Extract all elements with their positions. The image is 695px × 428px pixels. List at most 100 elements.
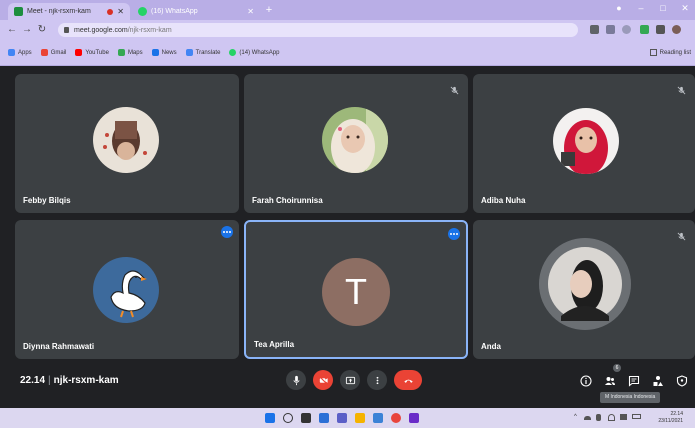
bookmark-gmail[interactable]: Gmail xyxy=(40,49,66,56)
maps-icon xyxy=(117,49,125,56)
tooltip: M Indonesia Indonesia xyxy=(600,392,661,403)
mic-off-icon xyxy=(450,82,459,95)
participant-name: Diynna Rahmawati xyxy=(23,342,95,351)
recording-dot-icon xyxy=(107,8,114,15)
speaking-indicator-icon xyxy=(448,228,460,240)
camera-off-button[interactable] xyxy=(313,370,333,390)
shield-lock-icon xyxy=(676,375,688,387)
teams-chat-icon[interactable] xyxy=(337,413,347,423)
bookmark-label: YouTube xyxy=(85,49,109,56)
participant-tile-tea[interactable]: T Tea Aprilla xyxy=(244,220,468,359)
avatar xyxy=(553,108,619,174)
call-end-icon xyxy=(403,379,413,383)
widgets-icon[interactable] xyxy=(319,413,329,423)
participant-name: Febby Bilqis xyxy=(23,196,71,205)
bookmark-whatsapp[interactable]: (14) WhatsApp xyxy=(229,49,279,56)
more-vert-icon xyxy=(376,376,378,384)
bookmark-label: Apps xyxy=(18,49,32,56)
forward-icon[interactable]: → xyxy=(21,24,33,36)
tray-chevron-icon[interactable]: ^ xyxy=(574,414,577,420)
task-view-icon[interactable] xyxy=(301,413,311,423)
volume-icon[interactable] xyxy=(620,414,627,420)
participant-name: Tea Aprilla xyxy=(254,340,295,349)
bookmark-maps[interactable]: Maps xyxy=(117,49,143,56)
tab-strip: Meet - njk-rsxm-kam ✕ (16) WhatsApp ✕ + … xyxy=(0,0,695,20)
cloud-icon[interactable] xyxy=(584,416,591,420)
reload-icon[interactable]: ↻ xyxy=(36,24,48,36)
wifi-icon[interactable] xyxy=(608,414,615,421)
star-icon[interactable] xyxy=(622,25,631,34)
participant-tile-febby[interactable]: Febby Bilqis xyxy=(15,74,239,213)
whatsapp-icon xyxy=(229,49,237,56)
bookmark-apps[interactable]: Apps xyxy=(8,49,32,56)
premiere-icon[interactable] xyxy=(409,413,419,423)
host-controls-button[interactable] xyxy=(676,374,688,387)
bookmark-news[interactable]: News xyxy=(151,49,177,56)
back-icon[interactable]: ← xyxy=(6,24,18,36)
avatar xyxy=(93,107,159,173)
close-tab-icon[interactable]: ✕ xyxy=(117,7,124,16)
tab-title: (16) WhatsApp xyxy=(151,8,198,15)
bookmark-label: Translate xyxy=(195,49,221,56)
participant-tile-adiba[interactable]: Adiba Nuha xyxy=(473,74,695,213)
close-window-button[interactable]: ✕ xyxy=(678,3,692,14)
mic-tray-icon[interactable] xyxy=(596,414,601,421)
battery-icon[interactable] xyxy=(632,414,641,419)
activities-shapes-icon xyxy=(653,376,663,386)
avatar xyxy=(93,257,159,323)
chrome-icon[interactable] xyxy=(391,413,401,423)
search-icon[interactable] xyxy=(283,413,293,423)
chat-button[interactable] xyxy=(628,374,640,387)
bookmark-translate[interactable]: Translate xyxy=(185,49,221,56)
profile-avatar[interactable] xyxy=(672,25,681,34)
windows-start-icon[interactable] xyxy=(265,413,275,423)
profile-dot-icon[interactable]: ● xyxy=(612,3,626,13)
leave-call-button[interactable] xyxy=(394,370,422,390)
mic-button[interactable] xyxy=(286,370,306,390)
file-explorer-icon[interactable] xyxy=(355,413,365,423)
participant-name: Adiba Nuha xyxy=(481,196,526,205)
camera-in-use-icon[interactable] xyxy=(590,25,599,34)
address-bar[interactable]: meet.google.com /njk-rsxm-kam xyxy=(58,23,578,37)
translate-icon xyxy=(185,49,193,56)
store-icon[interactable] xyxy=(373,413,383,423)
reading-list-button[interactable]: Reading list xyxy=(649,49,691,56)
avatar: T xyxy=(322,258,390,326)
apps-grid-icon xyxy=(8,49,15,56)
minimize-button[interactable]: – xyxy=(634,3,648,13)
present-screen-icon xyxy=(345,376,355,384)
meeting-info: 22.14 | njk-rsxm-kam xyxy=(20,375,119,386)
tab-whatsapp[interactable]: (16) WhatsApp ✕ xyxy=(132,3,260,20)
participant-count-badge: 6 xyxy=(613,364,621,372)
bookmark-youtube[interactable]: YouTube xyxy=(75,49,109,56)
extension-icon[interactable] xyxy=(640,25,649,34)
avatar xyxy=(322,107,388,173)
participant-tile-self[interactable]: Anda xyxy=(473,220,695,359)
more-options-button[interactable] xyxy=(367,370,387,390)
meeting-details-button[interactable] xyxy=(580,374,592,387)
tab-meet[interactable]: Meet - njk-rsxm-kam ✕ xyxy=(8,3,130,20)
news-icon xyxy=(151,49,159,56)
present-button[interactable] xyxy=(340,370,360,390)
people-button[interactable] xyxy=(604,374,616,386)
install-app-icon[interactable] xyxy=(606,25,615,34)
avatar-ring xyxy=(539,238,631,330)
url-host: meet.google.com xyxy=(74,26,128,34)
puzzle-icon[interactable] xyxy=(656,25,665,34)
chat-icon xyxy=(628,375,640,387)
bookmark-label: (14) WhatsApp xyxy=(239,49,280,56)
participant-name: Farah Choirunnisa xyxy=(252,196,323,205)
participant-tile-farah[interactable]: Farah Choirunnisa xyxy=(244,74,468,213)
speaking-indicator-icon xyxy=(221,226,233,238)
close-tab-icon[interactable]: ✕ xyxy=(247,7,254,16)
url-path: /njk-rsxm-kam xyxy=(127,26,172,34)
activities-button[interactable] xyxy=(652,374,664,386)
clock-date: 23/11/2021 xyxy=(658,418,683,424)
bookmarks-bar: Apps Gmail YouTube Maps News Translate (… xyxy=(0,40,695,66)
maximize-button[interactable]: □ xyxy=(656,3,670,13)
system-clock[interactable]: 22.14 23/11/2021 xyxy=(658,411,683,425)
participant-tile-diynna[interactable]: Diynna Rahmawati xyxy=(15,220,239,359)
new-tab-button[interactable]: + xyxy=(262,4,276,17)
gmail-icon xyxy=(40,49,48,56)
info-icon xyxy=(580,375,592,387)
